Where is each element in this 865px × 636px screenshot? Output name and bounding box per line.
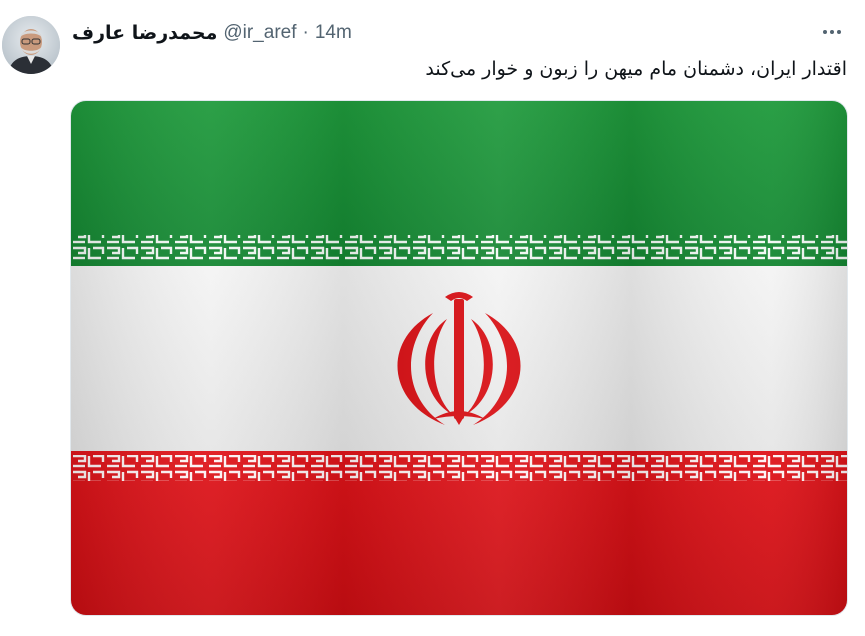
author-avatar[interactable]	[2, 16, 60, 74]
flag-of-iran-image	[71, 101, 847, 615]
tweet-header: محمدرضا عارف @ir_aref · 14m	[72, 20, 352, 46]
fabric-shading	[71, 101, 847, 615]
separator-dot: ·	[302, 22, 309, 43]
tweet-text: اقتدار ایران، دشمنان مام میهن را زبون و …	[425, 58, 847, 80]
author-display-name[interactable]: محمدرضا عارف	[72, 22, 217, 44]
tweet-media-image[interactable]	[70, 100, 848, 616]
tweet[interactable]: محمدرضا عارف @ir_aref · 14m اقتدار ایران…	[0, 0, 865, 636]
more-options-icon[interactable]	[817, 22, 847, 42]
avatar-image	[2, 16, 60, 74]
tweet-timestamp[interactable]: 14m	[315, 22, 352, 44]
author-handle[interactable]: @ir_aref	[223, 22, 296, 44]
